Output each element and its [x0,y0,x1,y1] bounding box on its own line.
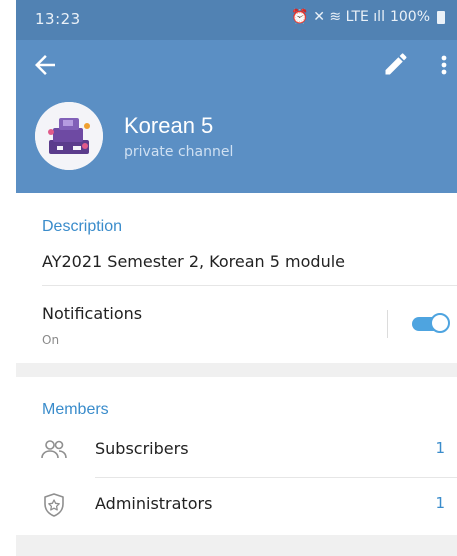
notifications-toggle[interactable] [412,313,450,333]
subscribers-count: 1 [435,439,445,457]
channel-header: Korean 5 private channel [16,40,457,193]
status-bar: 13:23 ⏰ ✕ ≋ LTE ıll 100% [16,0,457,40]
channel-avatar-illustration [35,102,103,170]
channel-name: Korean 5 [124,113,214,138]
more-options-button[interactable] [434,50,454,80]
description-text[interactable]: AY2021 Semester 2, Korean 5 module [42,252,345,271]
section-separator [16,363,457,377]
status-indicators: ⏰ ✕ ≋ LTE ıll [291,9,385,25]
administrators-count: 1 [435,494,445,512]
battery-percent: 100% [389,9,430,25]
arrow-left-icon [35,55,55,75]
toggle-knob [430,313,450,333]
pencil-icon [385,53,407,75]
battery-icon [437,10,445,24]
divider-vertical [387,310,388,338]
people-icon [41,440,67,459]
subscribers-label: Subscribers [95,439,189,458]
notifications-status: On [42,333,60,347]
channel-avatar[interactable] [35,102,103,170]
description-label: Description [42,218,123,235]
left-margin [0,0,16,556]
more-vertical-icon [441,55,447,75]
back-button[interactable] [30,50,60,80]
channel-type: private channel [124,144,234,160]
notifications-label: Notifications [42,304,143,323]
notifications-row[interactable]: Notifications On [16,286,457,362]
edit-button[interactable] [382,50,412,80]
administrators-row[interactable]: Administrators 1 [16,478,457,532]
shield-star-icon [44,493,64,517]
subscribers-row[interactable]: Subscribers 1 [16,423,457,477]
bottom-separator [16,535,457,556]
administrators-label: Administrators [95,494,213,513]
status-icons: ⏰ ✕ ≋ LTE ıll 100% [291,9,445,25]
channel-info-screen: 13:23 ⏰ ✕ ≋ LTE ıll 100% Korean 5 privat… [16,0,457,556]
members-label: Members [42,401,109,418]
status-time: 13:23 [35,10,81,28]
